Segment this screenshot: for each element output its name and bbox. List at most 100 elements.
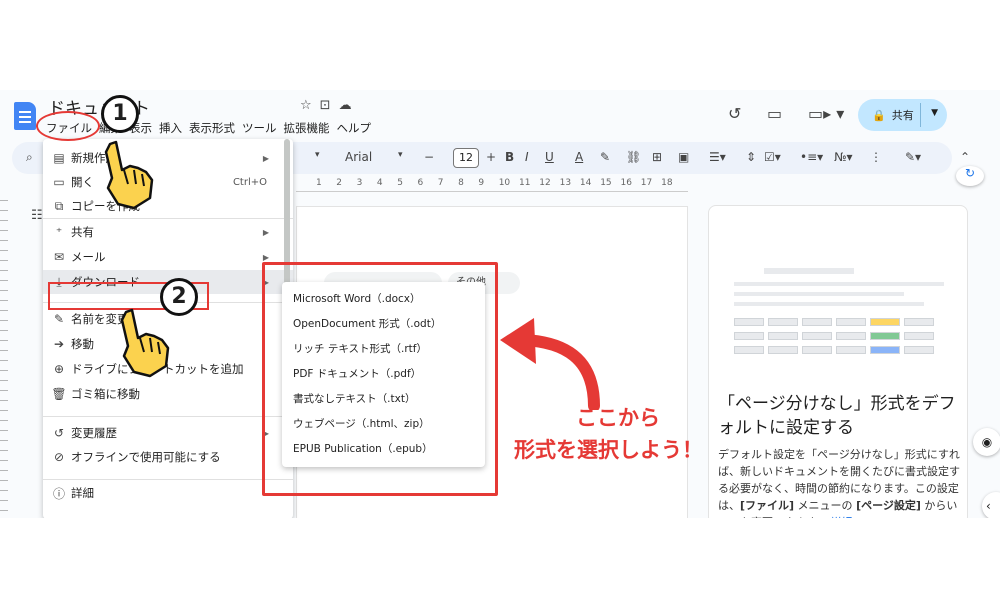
file-menu-item[interactable]: ⓘ 詳細 — [43, 481, 293, 505]
share-button[interactable]: 🔒 共有 ▼ — [858, 99, 947, 131]
file-menu-item-label: ゴミ箱に移動 — [71, 387, 140, 401]
meet-icon[interactable]: ▭▸ ▾ — [808, 104, 844, 123]
editing-mode-icon[interactable]: ✎▾ — [905, 150, 921, 164]
title-actions: ☆⊡☁ — [300, 98, 360, 113]
pointing-hand-icon — [104, 140, 154, 210]
ruler-tick-label: 5 — [397, 178, 403, 188]
file-menu-item[interactable]: ⊘ オフラインで使用可能にする — [43, 445, 293, 469]
ruler-tick-label: 8 — [458, 178, 464, 188]
file-menu-item-label: 共有 — [71, 225, 94, 239]
ruler-tick-label: 16 — [620, 178, 632, 188]
file-menu-item-label: オフラインで使用可能にする — [71, 450, 221, 464]
ruler-tick-label: 3 — [356, 178, 363, 188]
menu-help[interactable]: ヘルプ — [337, 120, 372, 136]
ruler-tick-label: 1 — [316, 178, 322, 188]
numbered-list-icon[interactable]: №▾ — [834, 150, 853, 164]
ruler-tick-label: 7 — [437, 178, 444, 188]
image-icon[interactable]: ▣ — [678, 150, 689, 164]
file-menu-item-label: 変更履歴 — [71, 426, 117, 440]
submenu-arrow-icon: ▶ — [262, 153, 269, 163]
file-menu-item[interactable]: ▭ 開く Ctrl+O — [43, 170, 293, 194]
file-menu-item[interactable]: ✉ メール ▶ — [43, 245, 293, 269]
add-comment-icon[interactable]: ⊞ — [652, 150, 662, 164]
ruler-tick-label: 4 — [376, 178, 383, 188]
search-menus-icon[interactable]: ⌕ — [26, 150, 33, 165]
tips-file-ref: [ファイル] — [740, 499, 795, 512]
menu-format[interactable]: 表示形式 — [189, 120, 235, 136]
expand-panel-icon[interactable]: ‹ — [982, 492, 1000, 518]
font-dropdown-icon[interactable]: ▾ — [398, 150, 403, 160]
assistant-icon[interactable]: ◉ — [973, 428, 1000, 456]
menu-insert[interactable]: 挿入 — [159, 120, 182, 136]
font-select[interactable]: Arial — [345, 150, 372, 164]
align-icon[interactable]: ☰▾ — [709, 150, 726, 164]
ruler-tick-label: 14 — [579, 178, 592, 188]
step-1-badge: 1 — [101, 95, 139, 133]
bulleted-list-icon[interactable]: •≡▾ — [800, 150, 823, 164]
history-icon[interactable]: ↺ — [728, 104, 741, 123]
move-icon: ➔ — [53, 337, 65, 351]
font-size-input[interactable]: 12 — [453, 148, 479, 168]
outline-icon[interactable]: ☷ — [31, 208, 43, 223]
menu-divider — [43, 416, 293, 417]
cloud-status-icon[interactable]: ☁ — [339, 98, 360, 113]
increase-font-size-icon[interactable]: + — [486, 150, 496, 164]
history-icon: ↺ — [53, 426, 65, 440]
ruler-tick-label: 10 — [498, 178, 511, 188]
ruler-tick-label: 15 — [600, 178, 612, 188]
trash-icon: 🗑 — [51, 387, 67, 401]
pageless-template-illustration — [734, 260, 944, 370]
file-menu-item[interactable]: ↺ 変更履歴 ▶ — [43, 421, 293, 445]
file-menu-item[interactable]: ⧉ コピーを作成 — [43, 194, 293, 218]
tips-body-mid: メニューの — [794, 499, 857, 512]
move-folder-icon[interactable]: ⊡ — [320, 98, 339, 113]
bold-icon[interactable]: B — [505, 150, 514, 164]
style-dropdown-icon[interactable]: ▾ — [315, 150, 320, 160]
menu-extensions[interactable]: 拡張機能 — [284, 120, 330, 136]
ruler-tick-label: 2 — [336, 178, 343, 188]
file-menu-item-label: 開く — [71, 175, 94, 189]
collapse-toolbar-icon[interactable]: ⌃ — [960, 150, 970, 164]
tips-learn-more-link[interactable]: 詳細 — [830, 516, 852, 518]
checklist-icon[interactable]: ☑▾ — [764, 150, 781, 164]
file-menu-item[interactable]: ▤ 新規作成 ▶ — [43, 146, 293, 170]
ruler-tick-label: 12 — [539, 178, 551, 188]
menu-tools[interactable]: ツール — [242, 120, 277, 136]
line-spacing-icon[interactable]: ⇕ — [746, 150, 756, 164]
new-doc-icon: ▤ — [53, 151, 65, 165]
horizontal-ruler[interactable]: 1 2 3 4 5 6 7 8 9 10 11 12 13 14 15 16 17 18 — [296, 178, 688, 192]
google-docs-screenshot: ドキュメント ☆⊡☁ ファイル 編集 表示 挿入 表示形式 ツール 拡張機能 ヘ… — [0, 90, 1000, 518]
drive-shortcut-icon: ⊕ — [53, 362, 65, 376]
submenu-arrow-icon: ▶ — [262, 227, 269, 237]
comment-icon[interactable]: ▭ — [767, 104, 782, 123]
translate-extension-icon[interactable]: ↻ — [956, 166, 984, 186]
share-dropdown-icon[interactable]: ▼ — [931, 108, 938, 118]
link-icon[interactable]: ⛓ — [626, 150, 641, 164]
more-options-icon[interactable]: ⋮ — [870, 150, 882, 164]
italic-icon[interactable]: I — [525, 150, 529, 164]
file-menu-item-label: 移動 — [71, 337, 94, 351]
info-icon: ⓘ — [52, 486, 65, 501]
share-label: 共有 — [891, 109, 914, 122]
docs-logo-icon[interactable] — [14, 102, 36, 130]
copy-icon: ⧉ — [54, 198, 64, 213]
ruler-tick-label: 11 — [519, 178, 531, 188]
text-color-icon[interactable]: A — [575, 150, 583, 164]
file-menu-item-label: メール — [71, 250, 106, 264]
vertical-ruler[interactable] — [0, 200, 8, 518]
menu-divider — [43, 218, 293, 219]
ruler-tick-label: 9 — [478, 178, 485, 188]
underline-icon[interactable]: U — [545, 150, 554, 164]
submenu-highlight — [262, 262, 498, 496]
ruler-tick-label: 6 — [417, 178, 424, 188]
file-menu-item[interactable]: ⁺ 共有 ▶ — [43, 220, 293, 244]
file-menu-item[interactable]: 🗑 ゴミ箱に移動 — [43, 382, 293, 406]
star-icon[interactable]: ☆ — [300, 98, 320, 113]
callout-line-1: ここから — [576, 406, 660, 430]
decrease-font-size-icon[interactable]: − — [424, 150, 434, 164]
highlight-icon[interactable]: ✎ — [600, 150, 610, 164]
folder-open-icon: ▭ — [53, 175, 65, 189]
file-menu-highlight — [36, 111, 100, 141]
curved-arrow-icon — [500, 318, 600, 410]
offline-icon: ⊘ — [53, 450, 65, 464]
